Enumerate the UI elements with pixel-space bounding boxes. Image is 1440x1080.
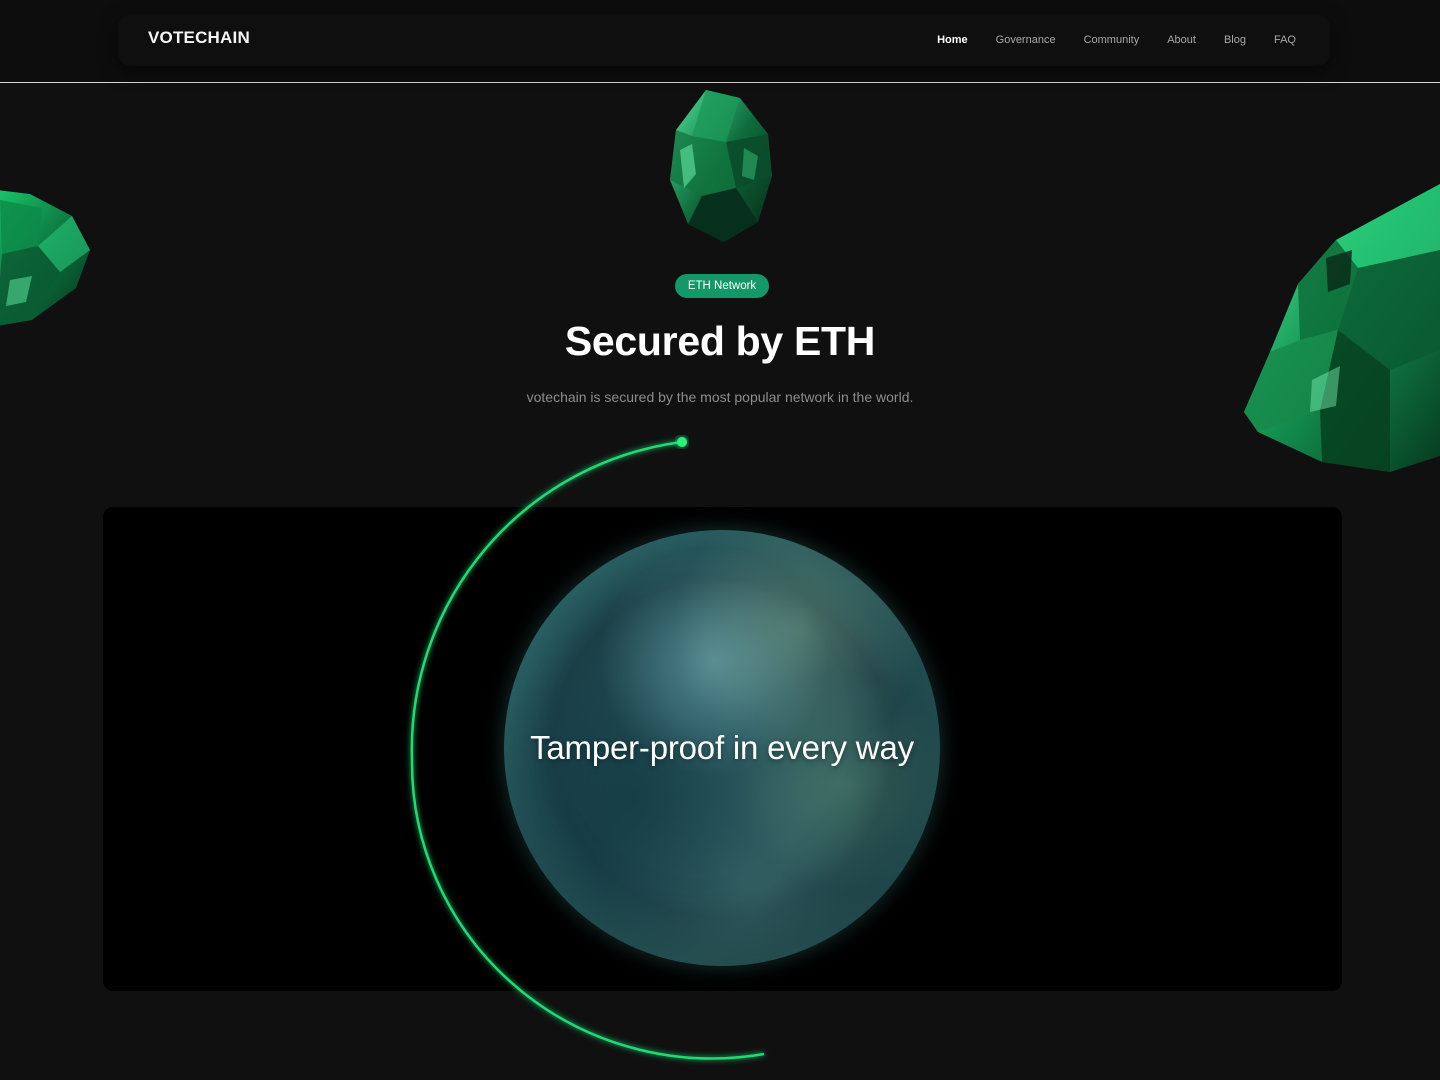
nav-about[interactable]: About: [1167, 34, 1196, 46]
nav-governance[interactable]: Governance: [996, 34, 1056, 46]
gem-left-icon: [0, 190, 90, 326]
nav-bar: VOTECHAIN Home Governance Community Abou…: [118, 14, 1330, 66]
nav-home[interactable]: Home: [937, 34, 968, 46]
page: VOTECHAIN Home Governance Community Abou…: [0, 0, 1440, 1080]
nav-blog[interactable]: Blog: [1224, 34, 1246, 46]
hero-subtitle: votechain is secured by the most popular…: [526, 389, 914, 405]
main-nav: Home Governance Community About Blog FAQ: [937, 34, 1296, 46]
nav-faq[interactable]: FAQ: [1274, 34, 1296, 46]
orbit-dot: [677, 437, 687, 447]
gem-top-icon: [670, 90, 772, 242]
hero-title: Secured by ETH: [564, 318, 876, 364]
site-header: VOTECHAIN Home Governance Community Abou…: [0, 0, 1440, 83]
nav-community[interactable]: Community: [1084, 34, 1140, 46]
brand-logo[interactable]: VOTECHAIN: [148, 28, 250, 48]
network-badge: ETH Network: [675, 274, 769, 298]
planet-headline: Tamper-proof in every way: [530, 729, 914, 766]
